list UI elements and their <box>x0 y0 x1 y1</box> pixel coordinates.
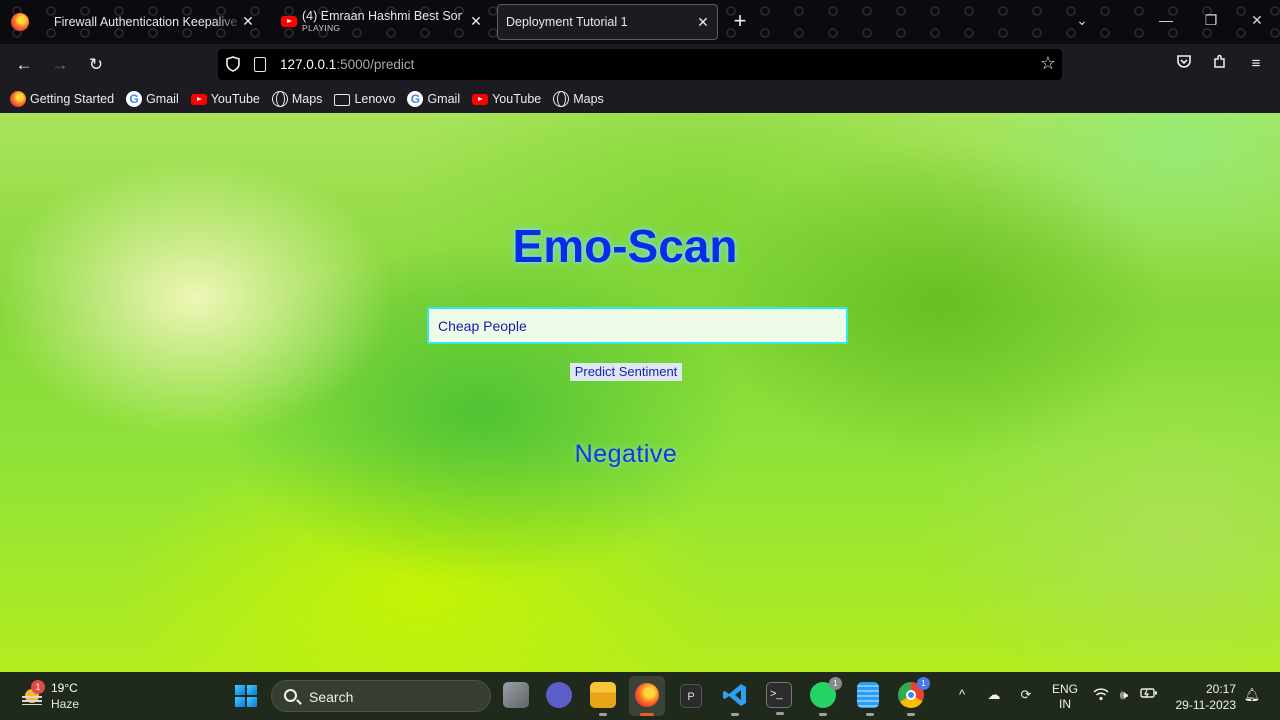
bookmark-maps[interactable]: Maps <box>553 91 604 107</box>
onedrive-icon[interactable]: ☁ <box>985 687 1003 705</box>
back-icon[interactable]: ← <box>13 54 35 76</box>
tab-title: Firewall Authentication Keepalive W <box>54 15 244 29</box>
system-clock[interactable]: 20:17 29-11-2023 <box>1170 681 1237 713</box>
bookmark-folder-lenovo[interactable]: Lenovo <box>334 92 395 106</box>
firefox-icon <box>635 683 659 707</box>
terminal-icon[interactable]: >_ <box>766 682 792 715</box>
weather-condition: Haze <box>51 697 80 711</box>
reload-icon[interactable]: ↻ <box>85 54 107 76</box>
taskbar-search[interactable]: Search <box>271 680 491 712</box>
chrome-badge: 1 <box>917 677 930 690</box>
tab-playing-status: PLAYING <box>302 23 341 33</box>
tab-firewall[interactable]: Firewall Authentication Keepalive W ✕ <box>44 4 262 40</box>
bookmark-label: YouTube <box>492 92 542 106</box>
battery-icon[interactable] <box>1140 687 1158 705</box>
url-path: :5000/predict <box>336 57 415 72</box>
close-tab-icon[interactable]: ✕ <box>695 14 711 30</box>
weather-badge: 1 <box>31 680 45 694</box>
task-view-icon[interactable] <box>503 682 529 708</box>
tab-youtube[interactable]: (4) Emraan Hashmi Best Songs PLAYING ✕ <box>272 4 490 40</box>
weather-temperature: 19°C <box>51 681 78 695</box>
bookmark-getting-started[interactable]: Getting Started <box>10 91 114 107</box>
address-bar[interactable]: 127.0.0.1:5000/predict ☆ <box>218 49 1062 80</box>
pycharm-icon[interactable]: P <box>680 684 702 708</box>
vscode-icon[interactable] <box>722 682 748 716</box>
extensions-icon[interactable] <box>1210 54 1230 74</box>
bookmark-maps[interactable]: Maps <box>271 91 323 107</box>
file-explorer-icon[interactable] <box>590 682 616 716</box>
bookmark-youtube[interactable]: YouTube <box>472 92 541 106</box>
navigation-toolbar: ← → ↻ 127.0.0.1:5000/predict ☆ ≡ <box>0 44 1280 85</box>
close-tab-icon[interactable]: ✕ <box>240 13 256 29</box>
notepad-icon[interactable] <box>857 682 879 716</box>
bookmark-gmail[interactable]: G Gmail <box>126 91 179 107</box>
taskbar: 1 19°C Haze Search P >_ 1 1 ^ ☁ ⟳ ENG IN… <box>0 672 1280 720</box>
folder-icon <box>334 94 351 106</box>
clock-date: 29-11-2023 <box>1175 698 1237 712</box>
tab-title: Deployment Tutorial 1 <box>506 15 628 29</box>
pocket-icon[interactable] <box>1174 54 1194 74</box>
close-window-icon[interactable]: ✕ <box>1247 12 1267 29</box>
region-code: IN <box>1059 697 1071 711</box>
search-label: Search <box>309 689 354 705</box>
wifi-icon[interactable] <box>1092 687 1110 705</box>
sync-icon[interactable]: ⟳ <box>1017 687 1035 705</box>
globe-icon <box>553 91 570 107</box>
youtube-icon <box>472 93 489 105</box>
new-tab-button[interactable]: + <box>730 10 750 32</box>
firefox-taskbar-button[interactable] <box>629 676 665 716</box>
volume-icon[interactable]: 🕪 <box>1115 687 1133 705</box>
bookmark-label: Maps <box>291 92 323 106</box>
globe-icon <box>271 91 288 107</box>
bookmark-gmail[interactable]: G Gmail <box>407 91 460 107</box>
url-text[interactable]: 127.0.0.1:5000/predict <box>280 57 414 72</box>
language-indicator[interactable]: ENG IN <box>1052 682 1078 712</box>
language-code: ENG <box>1052 682 1079 696</box>
google-icon: G <box>126 91 143 107</box>
bookmark-label: Gmail <box>427 92 461 106</box>
bookmark-label: YouTube <box>210 92 260 106</box>
chrome-icon[interactable]: 1 <box>898 677 930 716</box>
bookmark-label: Lenovo <box>354 92 396 106</box>
close-tab-icon[interactable]: ✕ <box>468 13 484 29</box>
page-title: Emo-Scan <box>512 220 738 272</box>
text-input[interactable] <box>427 307 848 344</box>
firefox-icon <box>10 91 26 107</box>
youtube-icon <box>190 93 207 105</box>
youtube-icon <box>281 16 297 27</box>
forward-icon[interactable]: → <box>49 54 71 76</box>
notifications-bell-icon[interactable]: 🔔︎ <box>1243 687 1261 705</box>
firefox-menu-icon[interactable] <box>11 13 29 31</box>
page-content: Emo-Scan Predict Sentiment Negative <box>0 113 1280 672</box>
google-icon: G <box>407 91 424 107</box>
whatsapp-icon[interactable]: 1 <box>810 677 842 716</box>
url-host: 127.0.0.1 <box>280 57 337 72</box>
teams-chat-icon[interactable] <box>546 682 572 708</box>
app-menu-icon[interactable]: ≡ <box>1246 54 1266 74</box>
predict-sentiment-button[interactable]: Predict Sentiment <box>570 363 682 381</box>
tab-deployment-tutorial[interactable]: Deployment Tutorial 1 ✕ <box>497 4 718 40</box>
clock-time: 20:17 <box>1205 682 1236 696</box>
start-windows-icon[interactable] <box>235 685 257 707</box>
shield-icon[interactable] <box>226 56 240 72</box>
bookmark-youtube[interactable]: YouTube <box>190 92 260 106</box>
bookmark-label: Getting Started <box>30 92 115 106</box>
bookmark-star-icon[interactable]: ☆ <box>1040 53 1056 74</box>
show-hidden-icons-chevron-icon[interactable]: ^ <box>953 687 971 705</box>
search-icon <box>284 689 297 702</box>
tab-strip: Firewall Authentication Keepalive W ✕ (4… <box>0 0 1280 44</box>
page-info-icon[interactable] <box>254 57 266 72</box>
bookmark-label: Maps <box>573 92 604 106</box>
prediction-result: Negative <box>574 440 678 468</box>
tab-title: (4) Emraan Hashmi Best Songs <box>302 10 462 23</box>
bookmark-label: Gmail <box>146 92 179 106</box>
bookmarks-toolbar: Getting Started G Gmail YouTube Maps Leno… <box>0 85 1280 113</box>
minimize-icon[interactable]: — <box>1156 12 1176 28</box>
restore-icon[interactable]: ❐ <box>1201 12 1221 29</box>
whatsapp-badge: 1 <box>829 677 842 690</box>
list-tabs-icon[interactable]: ⌄ <box>1072 12 1092 29</box>
